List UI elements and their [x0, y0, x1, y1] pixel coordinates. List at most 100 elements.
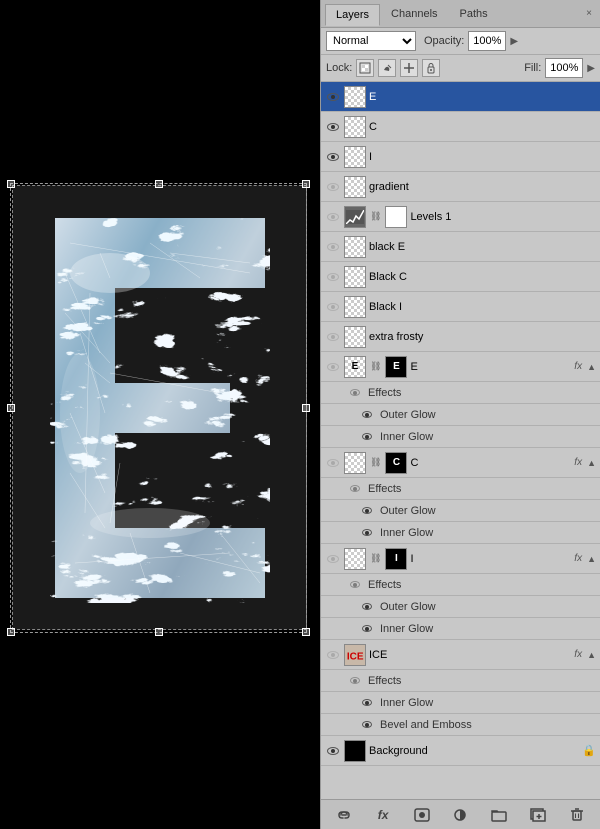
eye-icon-inner-glow-ICE[interactable]: [361, 697, 373, 709]
fill-label: Fill:: [524, 62, 541, 74]
layer-item-E[interactable]: E: [321, 82, 600, 112]
eye-icon-I[interactable]: [325, 149, 341, 165]
group-icon: [491, 808, 507, 822]
eye-icon-extra-frosty[interactable]: [325, 329, 341, 345]
lock-position-icon: [403, 62, 415, 74]
eye-icon-background[interactable]: [325, 743, 341, 759]
sub-inner-glow-I[interactable]: Inner Glow: [321, 618, 600, 640]
eye-icon-C[interactable]: [325, 119, 341, 135]
layer-item-black-I[interactable]: Black I: [321, 292, 600, 322]
layer-item-I-text[interactable]: ⛓ I I fx ▲: [321, 544, 600, 574]
eye-icon-effects-E[interactable]: [349, 387, 361, 399]
layer-name-E-text: E: [410, 361, 571, 373]
layer-link-I-text: ⛓: [370, 553, 381, 564]
eye-icon-inner-glow-I[interactable]: [361, 623, 373, 635]
link-layers-button[interactable]: [332, 805, 356, 825]
lock-transparent-button[interactable]: [356, 59, 374, 77]
outer-glow-label-C: Outer Glow: [380, 505, 436, 517]
layer-item-C[interactable]: C: [321, 112, 600, 142]
tab-paths[interactable]: Paths: [449, 3, 499, 25]
new-layer-button[interactable]: [526, 805, 550, 825]
layer-item-ICE[interactable]: ICE ICE fx ▲: [321, 640, 600, 670]
layer-item-E-text[interactable]: E ⛓ E E fx ▲: [321, 352, 600, 382]
layer-item-background[interactable]: Background 🔒: [321, 736, 600, 766]
add-mask-button[interactable]: [410, 805, 434, 825]
fill-input[interactable]: [545, 58, 583, 78]
sub-inner-glow-E[interactable]: Inner Glow: [321, 426, 600, 448]
sub-outer-glow-I[interactable]: Outer Glow: [321, 596, 600, 618]
eye-icon-effects-I[interactable]: [349, 579, 361, 591]
eye-icon-inner-glow-E[interactable]: [361, 431, 373, 443]
effects-label-E: Effects: [364, 387, 401, 399]
eye-icon-inner-glow-C[interactable]: [361, 527, 373, 539]
layer-item-C-text[interactable]: ⛓ C C fx ▲: [321, 448, 600, 478]
inner-glow-label-E: Inner Glow: [380, 431, 433, 443]
letter-e-display: [13, 186, 306, 629]
blend-mode-select[interactable]: Normal Dissolve Multiply Screen Overlay: [326, 31, 416, 51]
layer-name-I: I: [369, 151, 596, 163]
sub-outer-glow-C[interactable]: Outer Glow: [321, 500, 600, 522]
layer-item-black-C[interactable]: Black C: [321, 262, 600, 292]
opacity-input[interactable]: [468, 31, 506, 51]
eye-icon-E[interactable]: [325, 89, 341, 105]
new-group-button[interactable]: [487, 805, 511, 825]
opacity-arrow[interactable]: ▶: [510, 36, 518, 47]
layer-thumb-I: [344, 146, 366, 168]
panel-close-button[interactable]: ×: [582, 6, 596, 21]
expand-arrow-E[interactable]: ▲: [587, 362, 596, 372]
eye-icon-effects-C[interactable]: [349, 483, 361, 495]
expand-arrow-C[interactable]: ▲: [587, 458, 596, 468]
eye-icon-black-I[interactable]: [325, 299, 341, 315]
eye-icon-gradient[interactable]: [325, 179, 341, 195]
layer-item-gradient[interactable]: gradient: [321, 172, 600, 202]
outer-glow-label-I: Outer Glow: [380, 601, 436, 613]
eye-icon-outer-glow-C[interactable]: [361, 505, 373, 517]
tab-channels[interactable]: Channels: [380, 3, 448, 25]
eye-icon-ICE[interactable]: [325, 647, 341, 663]
eye-icon-outer-glow-I[interactable]: [361, 601, 373, 613]
tab-layers[interactable]: Layers: [325, 4, 380, 26]
sub-effects-label-I: Effects: [321, 574, 600, 596]
sub-inner-glow-C[interactable]: Inner Glow: [321, 522, 600, 544]
lock-paint-button[interactable]: [378, 59, 396, 77]
inner-glow-label-C: Inner Glow: [380, 527, 433, 539]
eye-icon-effects-ICE[interactable]: [349, 675, 361, 687]
sub-outer-glow-E[interactable]: Outer Glow: [321, 404, 600, 426]
eye-icon-I-text[interactable]: [325, 551, 341, 567]
eye-icon-bevel-emboss-ICE[interactable]: [361, 719, 373, 731]
expand-arrow-ICE[interactable]: ▲: [587, 650, 596, 660]
layer-name-C: C: [369, 121, 596, 133]
eye-icon-E-text[interactable]: [325, 359, 341, 375]
new-adjustment-button[interactable]: [448, 805, 472, 825]
layer-name-levels1: Levels 1: [410, 211, 596, 223]
eye-icon-C-text[interactable]: [325, 455, 341, 471]
canvas-image: [12, 185, 307, 630]
expand-arrow-I[interactable]: ▲: [587, 554, 596, 564]
layer-text-thumb-I: I: [385, 548, 407, 570]
layers-list[interactable]: E C I gradient: [321, 82, 600, 799]
link-icon: [336, 808, 352, 822]
eye-icon-black-E[interactable]: [325, 239, 341, 255]
eye-icon-outer-glow-E[interactable]: [361, 409, 373, 421]
eye-icon-levels1[interactable]: [325, 209, 341, 225]
panel-tabs: Layers Channels Paths ×: [321, 0, 600, 28]
layer-thumb-C: [344, 116, 366, 138]
layer-item-levels1[interactable]: ⛓ Levels 1: [321, 202, 600, 232]
layer-item-extra-frosty[interactable]: extra frosty: [321, 322, 600, 352]
fill-arrow[interactable]: ▶: [587, 63, 595, 74]
new-layer-icon: [530, 808, 546, 822]
eye-icon-black-C[interactable]: [325, 269, 341, 285]
layer-link-levels1: ⛓: [370, 211, 381, 222]
layer-item-black-E[interactable]: black E: [321, 232, 600, 262]
inner-glow-label-I: Inner Glow: [380, 623, 433, 635]
layer-thumb-gradient: [344, 176, 366, 198]
lock-all-button[interactable]: [422, 59, 440, 77]
layer-thumb-E: [344, 86, 366, 108]
sub-inner-glow-ICE[interactable]: Inner Glow: [321, 692, 600, 714]
lock-position-button[interactable]: [400, 59, 418, 77]
fx-button[interactable]: fx: [371, 805, 395, 825]
sub-bevel-emboss-ICE[interactable]: Bevel and Emboss: [321, 714, 600, 736]
delete-layer-button[interactable]: [565, 805, 589, 825]
layer-thumb-C-text: [344, 452, 366, 474]
layer-item-I[interactable]: I: [321, 142, 600, 172]
